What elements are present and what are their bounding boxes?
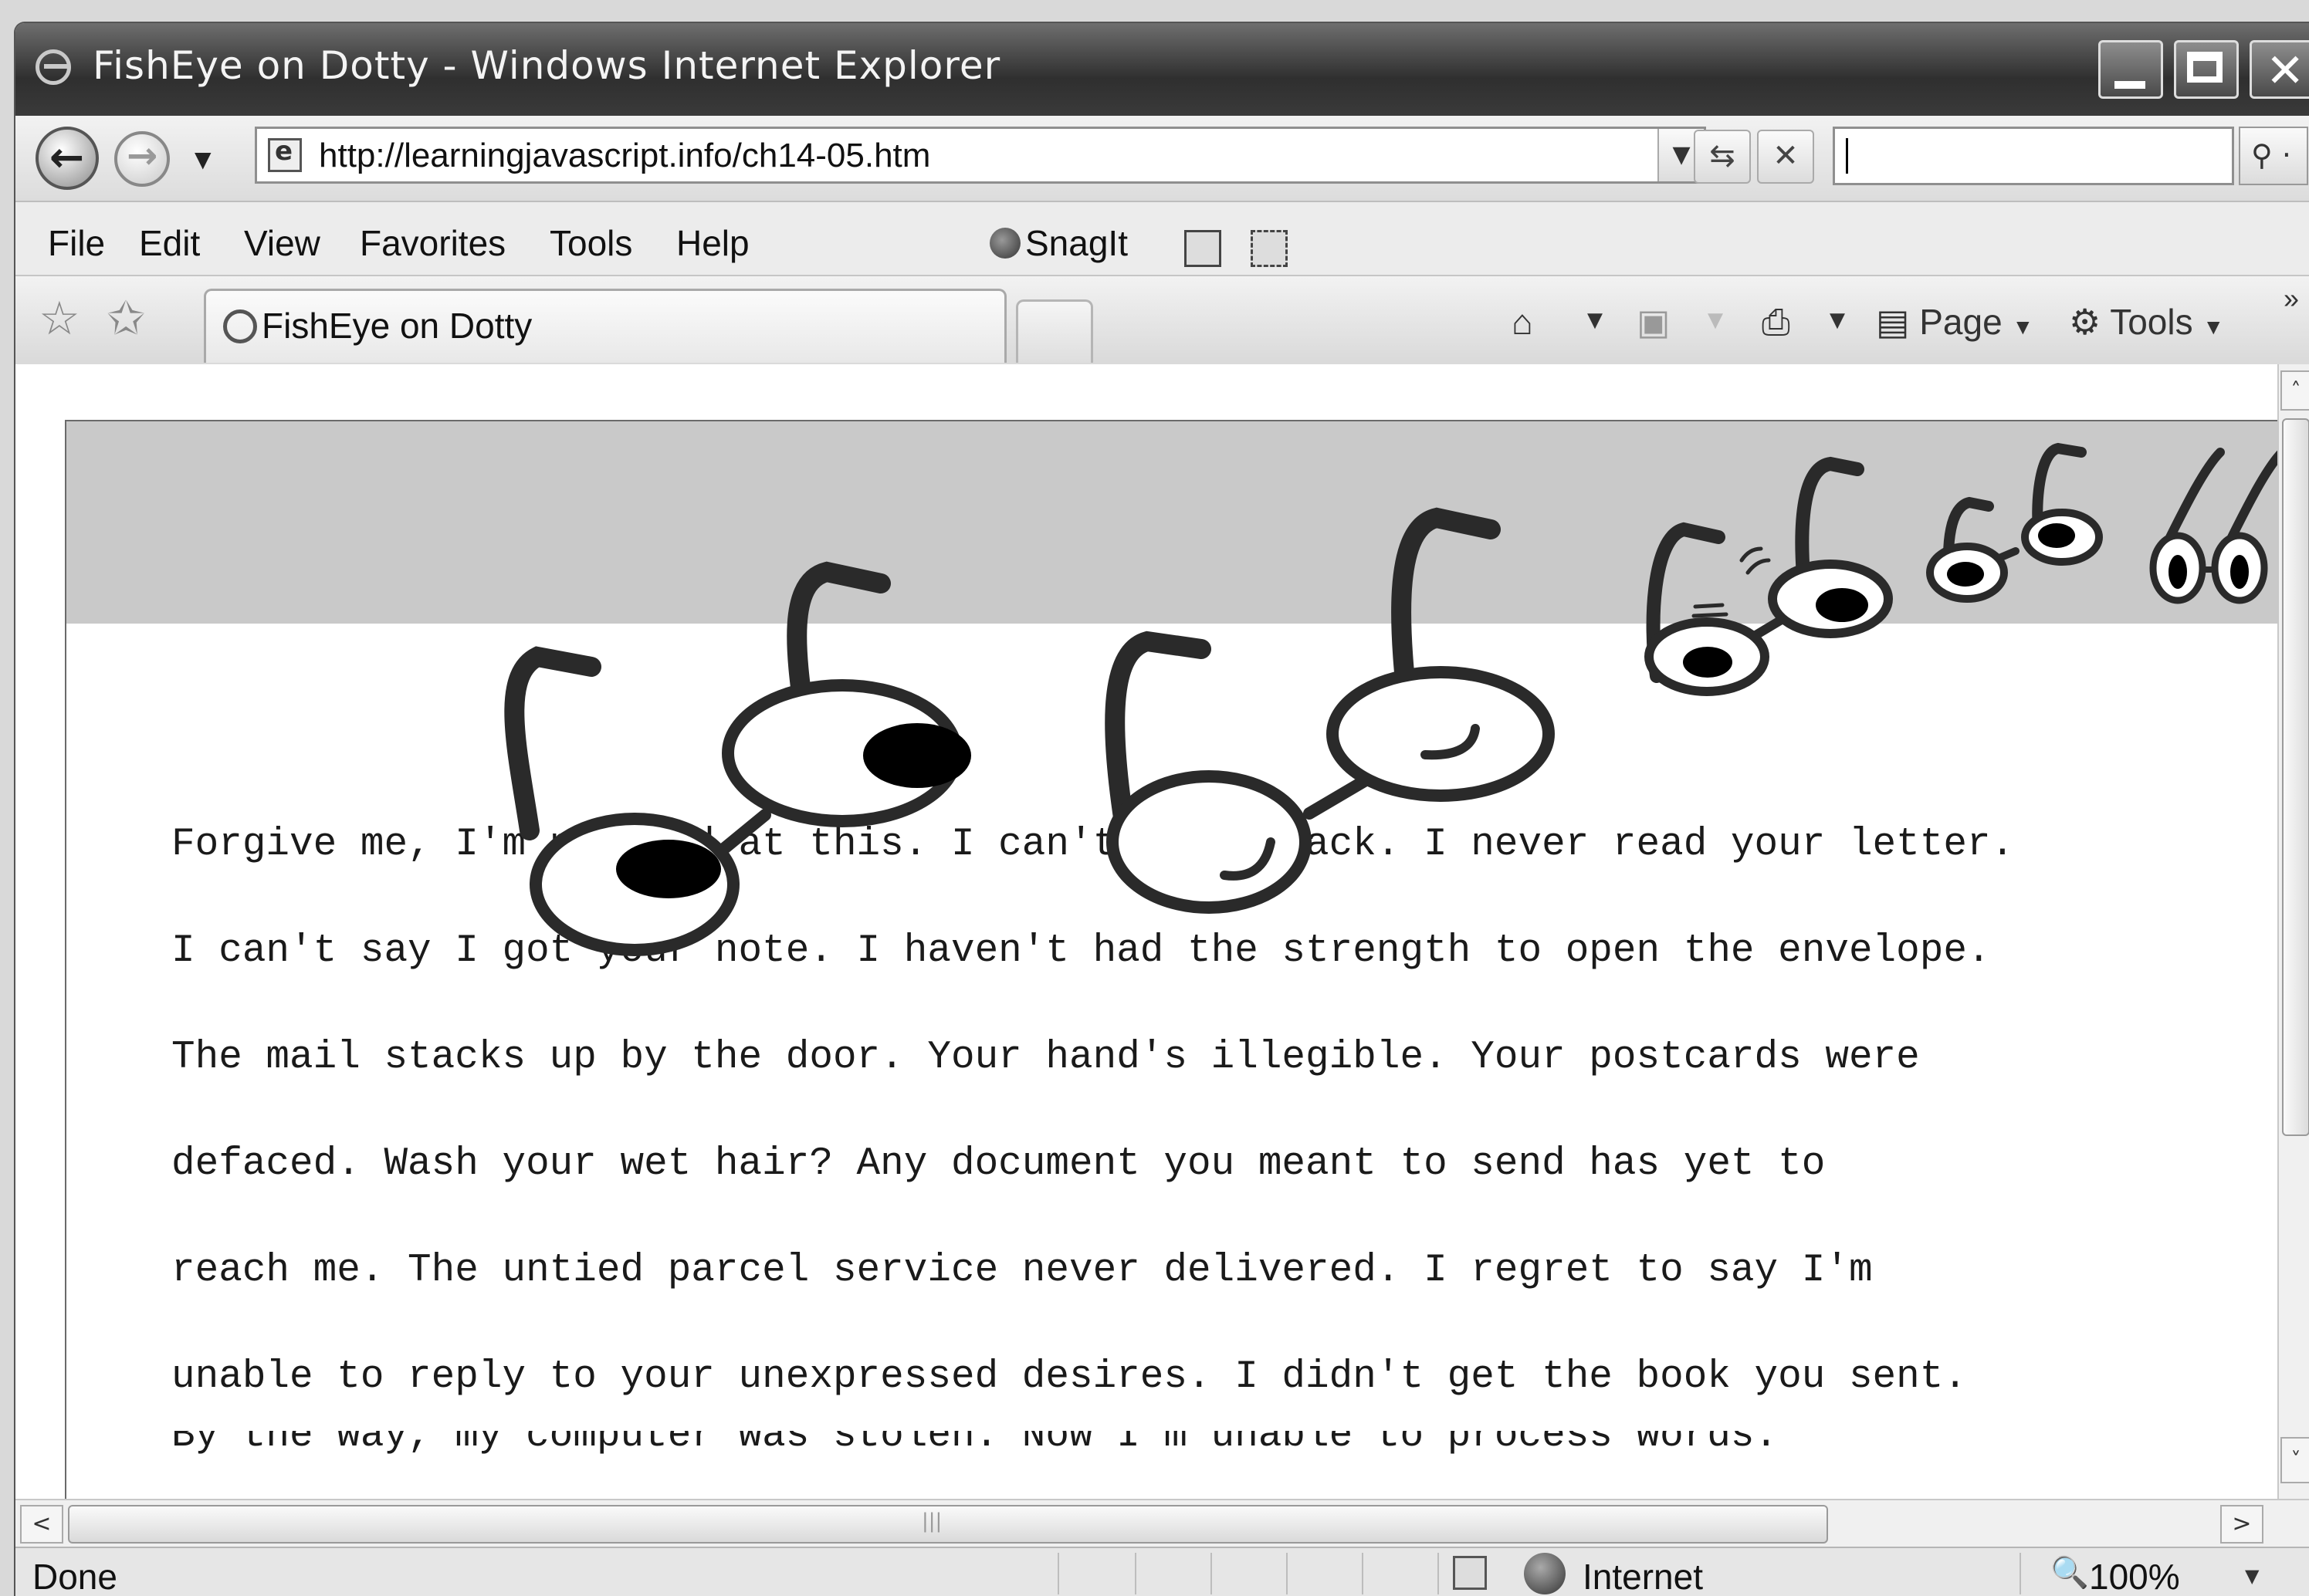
menu-view[interactable]: View [244,222,320,264]
poem-line: unable to reply to your unexpressed desi… [171,1355,1967,1399]
gear-icon: ⚙ [2069,302,2101,342]
url-text[interactable]: http://learningjavascript.info/ch14-05.h… [319,137,930,175]
zoom-dropdown[interactable]: ▼ [2245,1565,2259,1587]
zoom-level[interactable]: 100% [2089,1556,2180,1596]
status-divider [1210,1553,1212,1594]
scroll-left-button[interactable]: < [20,1505,63,1544]
glasses-icon[interactable] [1105,507,1555,914]
glasses-icon[interactable] [504,561,971,956]
status-text: Done [32,1557,117,1596]
status-divider [1135,1553,1136,1594]
poem-line: By the way, my computer was stolen. Now … [171,1431,1779,1458]
menu-edit[interactable]: Edit [139,222,200,264]
history-dropdown[interactable]: ▼ [195,147,212,172]
search-input[interactable] [1833,127,2234,185]
glasses-icon[interactable] [1926,442,2103,603]
ie-logo-icon [223,309,257,343]
window-title: FishEye on Dotty - Windows Internet Expl… [93,43,1001,88]
scroll-right-button[interactable]: > [2220,1505,2263,1544]
home-dropdown[interactable]: ▼ [1587,309,1603,332]
status-divider [2020,1553,2021,1594]
web-page: Forgive me, I'm no good at this. I can't… [65,420,2290,1510]
status-divider [1362,1553,1363,1594]
security-zone[interactable]: Internet [1583,1556,1703,1596]
glasses-icon[interactable] [1644,456,1893,696]
menu-file[interactable]: File [48,222,105,264]
browser-window: FishEye on Dotty - Windows Internet Expl… [14,22,2309,1596]
page-menu-button[interactable]: ▤ Page ▼ [1876,301,2033,343]
page-menu-label: Page [1919,302,2003,342]
vertical-scroll-thumb[interactable] [2282,418,2309,1136]
back-button[interactable]: ← [36,127,99,190]
protected-mode-icon[interactable] [1453,1556,1487,1590]
snagit-icon [990,228,1021,259]
snagit-label: SnagIt [1025,223,1128,263]
title-bar[interactable]: FishEye on Dotty - Windows Internet Expl… [15,23,2309,116]
search-button[interactable]: ⚲ · [2239,127,2308,185]
poem-line: defaced. Wash your wet hair? Any documen… [171,1142,1826,1186]
minimize-button[interactable] [2098,40,2163,99]
horizontal-scroll-thumb[interactable] [68,1505,1828,1544]
page-icon: ▤ [1876,302,1910,342]
zoom-icon: 🔍 [2050,1555,2089,1591]
favorites-star-icon[interactable]: ☆ [39,292,80,346]
snagit-button[interactable]: SnagIt [990,222,1128,264]
snagit-editor-icon[interactable] [1251,230,1288,267]
vertical-scrollbar[interactable]: ˄ ˅ [2277,364,2309,1499]
maximize-button[interactable] [2174,40,2239,99]
menu-bar: File Edit View Favorites Tools Help Snag… [15,201,2309,276]
print-dropdown[interactable]: ▼ [1830,309,1845,332]
add-favorite-icon[interactable]: ✩ [107,292,145,346]
globe-icon [1524,1553,1566,1594]
page-icon [268,136,302,172]
refresh-icon: ⇆ [1709,138,1735,174]
glasses-icon[interactable] [2149,448,2287,604]
page-content: Forgive me, I'm no good at this. I can't… [15,364,2290,1510]
refresh-button[interactable]: ⇆ [1694,130,1751,184]
search-icon: ⚲ [2251,138,2273,172]
snagit-capture-icon[interactable] [1184,230,1221,267]
favorites-bar: ☆ ✩ FishEye on Dotty ⌂ ▼ ▣ ▼ ⎙ ▼ ▤ Page … [15,275,2309,367]
home-icon[interactable]: ⌂ [1512,301,1533,343]
stop-icon: ✕ [1772,138,1799,174]
address-bar: ← → ▼ http://learningjavascript.info/ch1… [15,116,2309,201]
text-caret [1846,138,1848,174]
menu-tools[interactable]: Tools [550,222,632,264]
horizontal-scrollbar[interactable]: < > [15,1499,2309,1548]
new-tab-button[interactable] [1016,299,1093,363]
status-divider [1058,1553,1059,1594]
chevron-more-icon[interactable]: » [2284,282,2299,315]
ie-logo-icon [36,49,71,85]
tab-label: FishEye on Dotty [262,306,533,346]
stop-button[interactable]: ✕ [1757,130,1814,184]
close-button[interactable] [2250,40,2309,99]
tab-fisheye[interactable]: FishEye on Dotty [204,289,1007,363]
fisheye-glasses [504,442,2287,956]
feeds-icon[interactable]: ▣ [1637,301,1670,343]
forward-button[interactable]: → [114,131,170,187]
back-arrow-icon: ← [49,133,85,181]
poem-line-partial: By the way, my computer was stolen. Now … [171,1431,1778,1459]
poem-line: reach me. The untied parcel service neve… [171,1249,1873,1293]
menu-favorites[interactable]: Favorites [360,222,506,264]
status-bar: Done Internet 🔍 100% ▼ [15,1547,2309,1596]
tools-menu-button[interactable]: ⚙ Tools ▼ [2069,301,2224,343]
menu-help[interactable]: Help [676,222,750,264]
url-field[interactable]: http://learningjavascript.info/ch14-05.h… [255,127,1706,184]
print-icon[interactable]: ⎙ [1762,301,1790,344]
status-divider [1437,1553,1439,1594]
feeds-dropdown[interactable]: ▼ [1708,309,1723,332]
scroll-up-button[interactable]: ˄ [2280,370,2309,411]
forward-arrow-icon: → [127,134,158,178]
tools-menu-label: Tools [2110,302,2193,342]
scroll-down-button[interactable]: ˅ [2280,1437,2309,1483]
status-divider [1286,1553,1288,1594]
